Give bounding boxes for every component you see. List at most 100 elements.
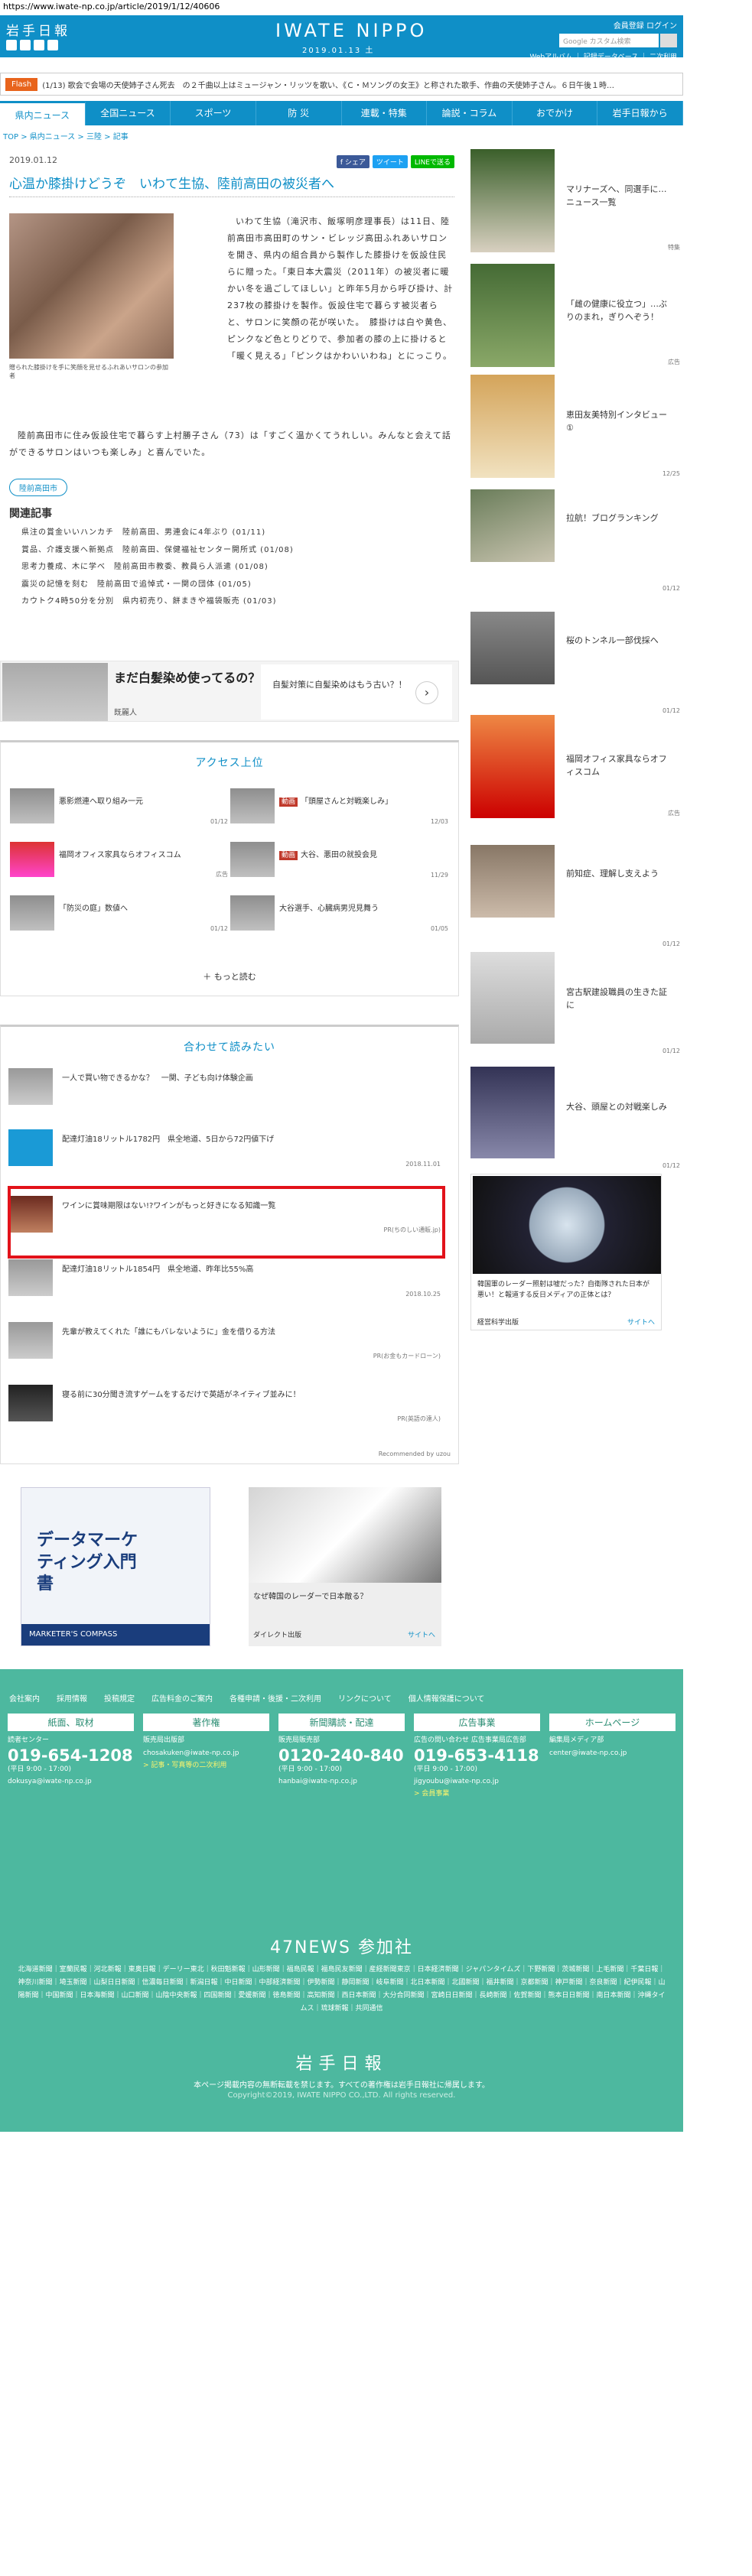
sidebar-thumb[interactable]: [470, 612, 555, 684]
ad-image[interactable]: [473, 1176, 661, 1274]
ranking-title[interactable]: 悪影燃連へ取り組み一元: [59, 794, 212, 827]
ranking-thumb[interactable]: [230, 895, 275, 931]
sidebar-thumb[interactable]: [470, 1067, 555, 1158]
footer-link[interactable]: リンクについて: [338, 1692, 392, 1704]
ranking-title[interactable]: 福岡オフィス家具ならオフィスコム: [59, 848, 212, 880]
secondary-use-link[interactable]: > 記事・写真等の二次利用: [143, 1759, 269, 1769]
sidebar-title[interactable]: 福岡オフィス家具ならオフィスコム: [566, 753, 673, 778]
sidebar-thumb[interactable]: [470, 264, 555, 367]
sidebar-title[interactable]: 「雌の健康に役立つ」…ぶりのまれ，ぎりへぞう！: [566, 298, 673, 323]
sidebar-item[interactable]: 前知症、理解し支えよう 01/12: [470, 845, 683, 952]
ranking-item[interactable]: 動画 大谷、悪田の就投会見 11/29: [230, 842, 448, 880]
email-link[interactable]: jigyoubu@iwate-np.co.jp: [414, 1778, 540, 1785]
sidebar-title[interactable]: 拉航！ブログランキング: [566, 512, 673, 525]
email-link[interactable]: dokusya@iwate-np.co.jp: [8, 1778, 134, 1785]
sidebar-title[interactable]: 大谷、頭屋との対戦楽しみ: [566, 1101, 673, 1114]
search-button[interactable]: [660, 34, 677, 47]
ranking-thumb[interactable]: [10, 788, 54, 823]
sidebar-item[interactable]: 宮古駅建設職員の生きた証に 01/12: [470, 952, 683, 1059]
ad-marketing-book[interactable]: データマーケティング入門書 MARKETER'S COMPASS: [21, 1487, 210, 1646]
recommended-thumb[interactable]: [8, 1068, 53, 1105]
flash-text[interactable]: (1/13) 歌会で会場の天使姉子さん死去 の２千曲以上はミュージャン・リッツを…: [42, 79, 614, 90]
related-link[interactable]: 思考力養成、木に学べ 陸前高田市教委、教員ら人派遣 (01/08): [21, 559, 294, 577]
ranking-thumb[interactable]: [10, 842, 54, 877]
sidebar-title[interactable]: 恵田友美特別インタビュー①: [566, 409, 673, 434]
nav-item[interactable]: 県内ニュース: [0, 101, 86, 125]
recommended-title[interactable]: 一人で買い物できるかな？ 一関、子ども向け体験企画: [62, 1071, 437, 1083]
article-photo[interactable]: [9, 213, 174, 359]
footer-link[interactable]: 採用情報: [57, 1692, 87, 1704]
ad-image[interactable]: [249, 1487, 441, 1583]
chevron-right-icon[interactable]: ›: [415, 681, 438, 704]
recommended-thumb[interactable]: [8, 1129, 53, 1166]
nav-item[interactable]: 岩手日報から: [597, 101, 683, 125]
recommended-item[interactable]: 寝る前に30分聞き流すゲームをするだけで英語がネイティブ並みに！ PR(英語の達人…: [8, 1380, 448, 1426]
recommended-title[interactable]: 配達灯油18リットル1782円 県全地道、5日から72円値下げ: [62, 1132, 437, 1144]
footer-link[interactable]: 広告料金のご案内: [151, 1692, 213, 1704]
footer-link[interactable]: 会社案内: [9, 1692, 40, 1704]
topic-tag[interactable]: 陸前高田市: [9, 479, 67, 496]
email-link[interactable]: chosakuken@iwate-np.co.jp: [143, 1749, 269, 1757]
ranking-title[interactable]: 動画 大谷、悪田の就投会見: [279, 848, 432, 880]
ranking-title[interactable]: 大谷選手、心臓病男児見舞う: [279, 901, 432, 934]
ad-more-link[interactable]: サイトへ: [627, 1317, 655, 1327]
recommended-title[interactable]: 先輩が教えてくれた「誰にもバレないように」金を借りる方法: [62, 1325, 437, 1337]
recommended-title[interactable]: 配達灯油18リットル1854円 県全地道、昨年比55%高: [62, 1262, 437, 1274]
twitter-icon[interactable]: [6, 40, 17, 50]
nav-item[interactable]: 防 災: [256, 101, 342, 125]
recommended-item[interactable]: 配達灯油18リットル1782円 県全地道、5日から72円値下げ 2018.11.0…: [8, 1125, 448, 1171]
read-more-button[interactable]: ＋ もっと読む: [1, 970, 458, 983]
sidebar-title[interactable]: 宮古駅建設職員の生きた証に: [566, 986, 673, 1012]
ranking-item[interactable]: 動画 「頭屋さんと対戦楽しみ」 12/03: [230, 788, 448, 827]
tweet-button[interactable]: ツイート: [372, 155, 408, 168]
ad-cta-text[interactable]: 自髪対策に自髪染めはもう古い？！: [272, 678, 410, 690]
ranking-item[interactable]: 悪影燃連へ取り組み一元 01/12: [10, 788, 228, 827]
sidebar-title[interactable]: マリナーズへ、同選手に…ニュース一覧: [566, 184, 673, 209]
related-link[interactable]: カウトク4時50分を分別 県内初売り、餅まきや福袋販売 (01/03): [21, 593, 294, 611]
partner-papers[interactable]: 北海道新聞｜室蘭民報｜河北新報｜東奥日報｜デーリー東北｜秋田魁新報｜山形新聞｜福…: [15, 1964, 668, 2016]
phone-number[interactable]: 0120-240-840: [278, 1746, 405, 1765]
nav-item[interactable]: 全国ニュース: [86, 101, 171, 125]
nav-item[interactable]: 論説・コラム: [427, 101, 513, 125]
brand-title[interactable]: IWATE NIPPO: [275, 20, 427, 41]
sidebar-item[interactable]: 「雌の健康に役立つ」…ぶりのまれ，ぎりへぞう！ 広告: [470, 264, 683, 371]
recommended-title[interactable]: 寝る前に30分聞き流すゲームをするだけで英語がネイティブ並みに！: [62, 1388, 437, 1399]
ranking-item[interactable]: 「防災の庭」数値へ 01/12: [10, 895, 228, 934]
flash-ticker[interactable]: Flash (1/13) 歌会で会場の天使姉子さん死去 の２千曲以上はミュージャ…: [0, 73, 683, 96]
sidebar-item[interactable]: 恵田友美特別インタビュー① 12/25: [470, 375, 683, 482]
ranking-item[interactable]: 大谷選手、心臓病男児見舞う 01/05: [230, 895, 448, 934]
ranking-thumb[interactable]: [10, 895, 54, 931]
related-link[interactable]: 賞品、介護支援へ新拠点 陸前高田、保健福祉センター開所式 (01/08): [21, 542, 294, 560]
facebook-icon[interactable]: [20, 40, 31, 50]
instagram-icon[interactable]: [34, 40, 44, 50]
sidebar-item[interactable]: 大谷、頭屋との対戦楽しみ 01/12: [470, 1067, 683, 1174]
sidebar-thumb[interactable]: [470, 715, 555, 818]
ad-title[interactable]: まだ白髪染め使ってるの？: [114, 668, 267, 686]
sidebar-thumb[interactable]: [470, 375, 555, 478]
sidebar-item[interactable]: マリナーズへ、同選手に…ニュース一覧 特集: [470, 149, 683, 256]
ranking-thumb[interactable]: [230, 842, 275, 877]
ad-image[interactable]: [2, 663, 108, 721]
login-links[interactable]: 会員登録 ログイン: [614, 19, 677, 31]
ranking-title[interactable]: 「防災の庭」数値へ: [59, 901, 212, 934]
address-bar[interactable]: https://www.iwate-np.co.jp/article/2019/…: [0, 0, 752, 15]
ranking-thumb[interactable]: [230, 788, 275, 823]
recommended-item[interactable]: 一人で買い物できるかな？ 一関、子ども向け体験企画: [8, 1064, 448, 1109]
email-link[interactable]: center@iwate-np.co.jp: [549, 1749, 675, 1757]
recommended-thumb[interactable]: [8, 1322, 53, 1359]
sidebar-thumb[interactable]: [470, 845, 555, 918]
recommended-item[interactable]: 先輩が教えてくれた「誰にもバレないように」金を借りる方法 PR(お金もカードローン…: [8, 1317, 448, 1363]
search-input[interactable]: Google カスタム検索: [559, 34, 659, 47]
recommended-thumb[interactable]: [8, 1385, 53, 1421]
sidebar-item[interactable]: 拉航！ブログランキング 01/12: [470, 489, 683, 596]
ad-title[interactable]: 韓国軍のレーダー照射は嘘だった？自衛隊された日本が悪い！と報道する反日メディアの…: [477, 1280, 653, 1301]
site-logo[interactable]: 岩手日報: [6, 20, 70, 39]
sidebar-ad[interactable]: 韓国軍のレーダー照射は嘘だった？自衛隊された日本が悪い！と報道する反日メディアの…: [470, 1174, 662, 1330]
breadcrumb[interactable]: TOP > 県内ニュース > 三陸 > 記事: [3, 130, 129, 141]
ad-banner[interactable]: まだ白髪染め使ってるの？ 既麗人 自髪対策に自髪染めはもう古い？！ ›: [0, 661, 459, 722]
nav-item[interactable]: おでかけ: [513, 101, 598, 125]
recommended-thumb[interactable]: [8, 1259, 53, 1296]
recommended-by[interactable]: Recommended by uzou: [379, 1450, 451, 1457]
ad-footer[interactable]: MARKETER'S COMPASS: [21, 1624, 210, 1645]
footer-link[interactable]: 各種申請・後援・二次利用: [230, 1692, 321, 1704]
